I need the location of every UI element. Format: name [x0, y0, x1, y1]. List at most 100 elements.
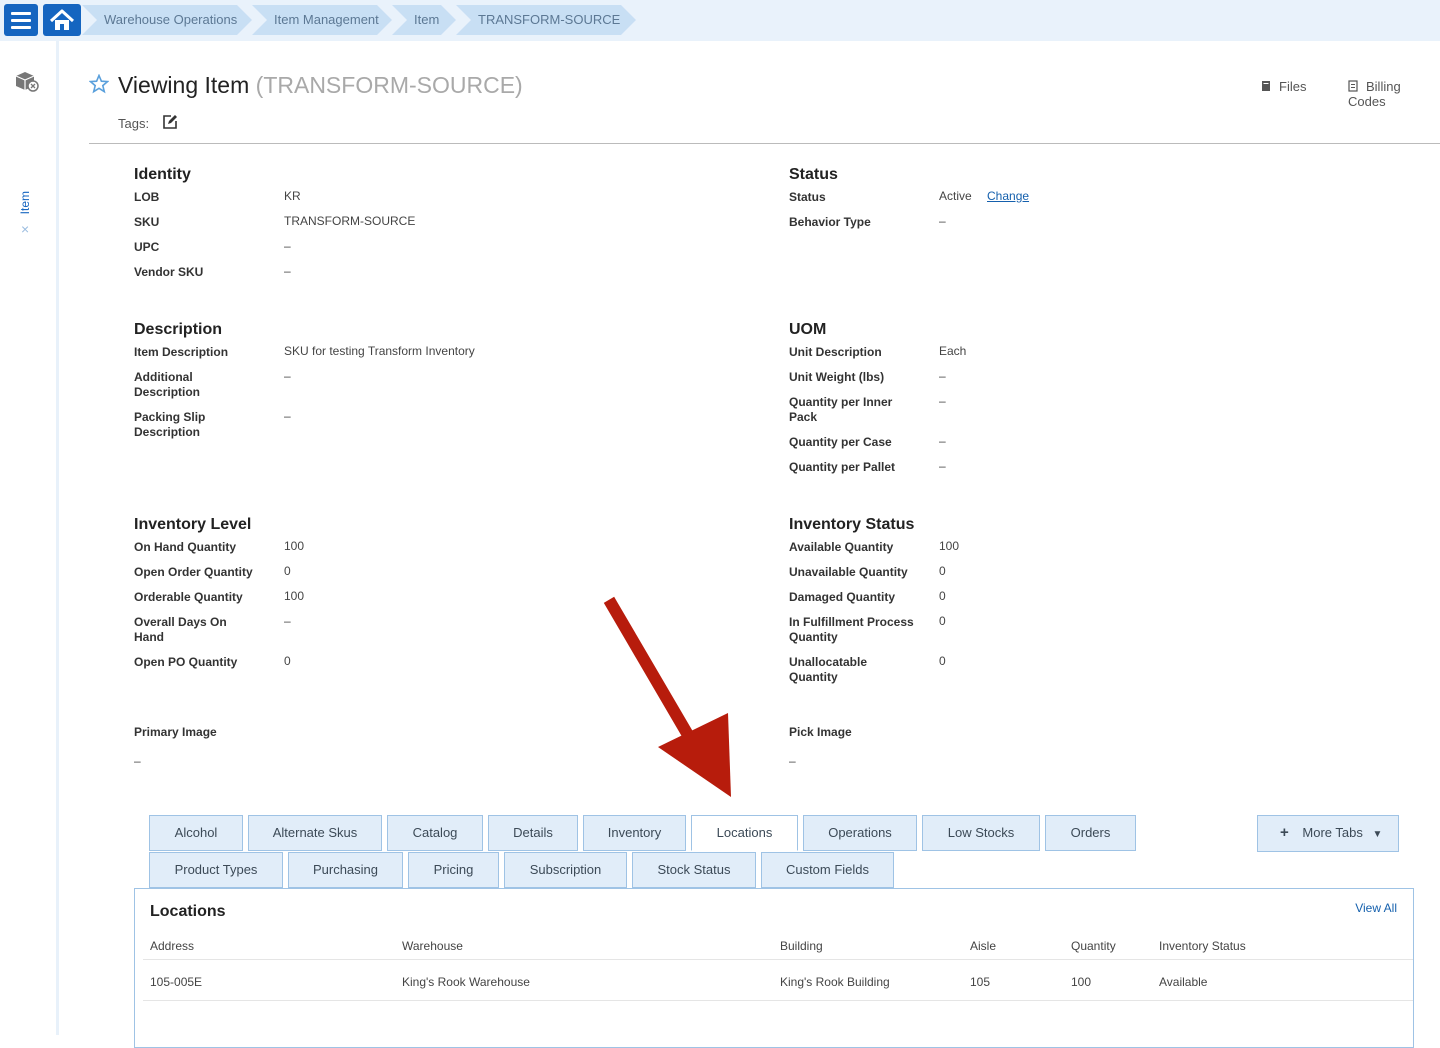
- tab-orders[interactable]: Orders: [1045, 815, 1136, 851]
- column-header-building: Building: [780, 939, 823, 953]
- hamburger-menu-icon[interactable]: [4, 4, 38, 36]
- tab-subscription[interactable]: Subscription: [504, 852, 627, 888]
- unallocatable-quantity-label: Unallocatable Quantity: [789, 655, 868, 684]
- tab-alternate-skus[interactable]: Alternate Skus: [248, 815, 382, 851]
- tab-custom-fields[interactable]: Custom Fields: [761, 852, 894, 888]
- tab-locations[interactable]: Locations: [691, 815, 798, 851]
- additional-description-label: Additional Description: [134, 370, 201, 399]
- primary-image-label: Primary Image: [134, 725, 217, 739]
- status-label: Status: [789, 190, 826, 204]
- plus-icon: +: [1280, 824, 1289, 841]
- tab-pricing[interactable]: Pricing: [408, 852, 499, 888]
- location-inventory-status: Available: [1159, 975, 1208, 989]
- identity-title: Identity: [134, 166, 191, 183]
- unallocatable-quantity-value: 0: [939, 654, 946, 668]
- tab-operations[interactable]: Operations: [803, 815, 917, 851]
- damaged-quantity-label: Damaged Quantity: [789, 590, 896, 604]
- page-title-text: Viewing Item: [118, 72, 250, 98]
- star-icon[interactable]: [88, 73, 110, 99]
- billing-codes-action[interactable]: Billing Codes: [1348, 79, 1440, 109]
- tab-inventory[interactable]: Inventory: [583, 815, 686, 851]
- item-box-icon[interactable]: [14, 69, 40, 98]
- item-description-label: Item Description: [134, 345, 229, 359]
- status-value: Active: [939, 189, 972, 203]
- column-header-inventory-status: Inventory Status: [1159, 939, 1246, 953]
- page-title-sku: (TRANSFORM-SOURCE): [255, 72, 523, 98]
- quantity-per-inner-pack-label: Quantity per Inner Pack: [789, 395, 893, 424]
- open-order-quantity-label: Open Order Quantity: [134, 565, 253, 579]
- inventory-status-title: Inventory Status: [789, 516, 915, 533]
- tab-product-types[interactable]: Product Types: [149, 852, 283, 888]
- inventory-level-title: Inventory Level: [134, 516, 252, 533]
- unit-weight-value: –: [939, 369, 946, 383]
- open-po-quantity-value: 0: [284, 654, 291, 668]
- sku-label: SKU: [134, 215, 160, 229]
- breadcrumb-item[interactable]: Item: [392, 5, 456, 35]
- page-title: Viewing Item (TRANSFORM-SOURCE): [118, 72, 523, 99]
- column-header-address: Address: [150, 939, 195, 953]
- on-hand-quantity-value: 100: [284, 539, 305, 553]
- billing-icon: [1348, 80, 1358, 92]
- column-header-warehouse: Warehouse: [402, 939, 463, 953]
- side-nav: Item ×: [0, 41, 59, 1035]
- location-building-link[interactable]: King's Rook Building: [780, 975, 890, 989]
- open-po-quantity-label: Open PO Quantity: [134, 655, 238, 669]
- row-divider-line: [143, 1000, 1413, 1001]
- unavailable-quantity-value: 0: [939, 564, 946, 578]
- on-hand-quantity-label: On Hand Quantity: [134, 540, 236, 554]
- uom-title: UOM: [789, 321, 827, 338]
- vendor-sku-value: –: [284, 264, 291, 278]
- additional-description-value: –: [284, 369, 291, 383]
- in-fulfillment-quantity-label: In Fulfillment Process Quantity: [789, 615, 914, 644]
- vendor-sku-label: Vendor SKU: [134, 265, 204, 279]
- more-tabs-label: More Tabs: [1302, 825, 1363, 840]
- files-action[interactable]: Files: [1261, 79, 1306, 94]
- quantity-per-inner-pack-value: –: [939, 394, 946, 408]
- column-header-quantity: Quantity: [1071, 939, 1116, 953]
- location-aisle-link[interactable]: 105: [970, 975, 990, 989]
- home-icon[interactable]: [43, 4, 81, 36]
- orderable-quantity-value: 100: [284, 589, 305, 603]
- primary-image-value: –: [134, 754, 141, 768]
- locations-title: Locations: [150, 903, 226, 920]
- location-address-link[interactable]: 105-005E: [150, 975, 202, 989]
- behavior-type-label: Behavior Type: [789, 215, 871, 229]
- open-order-quantity-value: 0: [284, 564, 291, 578]
- close-icon[interactable]: ×: [21, 221, 29, 237]
- tab-stock-status[interactable]: Stock Status: [632, 852, 756, 888]
- overall-days-on-hand-value: –: [284, 614, 291, 628]
- side-tab-item[interactable]: Item: [18, 191, 32, 214]
- tab-catalog[interactable]: Catalog: [387, 815, 483, 851]
- packing-slip-description-label: Packing Slip Description: [134, 410, 206, 439]
- tab-low-stocks[interactable]: Low Stocks: [922, 815, 1040, 851]
- pick-image-value: –: [789, 754, 796, 768]
- damaged-quantity-value: 0: [939, 589, 946, 603]
- upc-label: UPC: [134, 240, 160, 254]
- annotation-arrow-icon: [603, 596, 731, 797]
- change-status-link[interactable]: Change: [987, 189, 1029, 203]
- unit-description-value: Each: [939, 344, 967, 358]
- tab-purchasing[interactable]: Purchasing: [288, 852, 403, 888]
- header-divider-line: [143, 959, 1413, 960]
- tab-alcohol[interactable]: Alcohol: [149, 815, 243, 851]
- locations-panel: Locations View All Address Warehouse Bui…: [134, 888, 1414, 1048]
- overall-days-on-hand-label: Overall Days On Hand: [134, 615, 227, 644]
- breadcrumb-item-management[interactable]: Item Management: [252, 5, 392, 35]
- files-label: Files: [1279, 79, 1307, 94]
- top-bar: Warehouse Operations Item Management Ite…: [0, 0, 1440, 41]
- breadcrumb-warehouse-operations[interactable]: Warehouse Operations: [82, 5, 252, 35]
- location-warehouse-link[interactable]: King's Rook Warehouse: [402, 975, 530, 989]
- location-quantity: 100: [1071, 975, 1092, 989]
- tags-label: Tags:: [118, 116, 150, 131]
- unavailable-quantity-label: Unavailable Quantity: [789, 565, 908, 579]
- view-all-link[interactable]: View All: [1355, 901, 1397, 915]
- upc-value: –: [284, 239, 291, 253]
- edit-tags-icon[interactable]: [162, 114, 178, 135]
- more-tabs-button[interactable]: + More Tabs ▼: [1257, 815, 1399, 852]
- lob-value: KR: [284, 189, 301, 203]
- item-description-value: SKU for testing Transform Inventory: [284, 344, 475, 358]
- files-icon: [1262, 81, 1270, 91]
- header-divider: [89, 143, 1440, 144]
- tab-details[interactable]: Details: [488, 815, 578, 851]
- pick-image-label: Pick Image: [789, 725, 852, 739]
